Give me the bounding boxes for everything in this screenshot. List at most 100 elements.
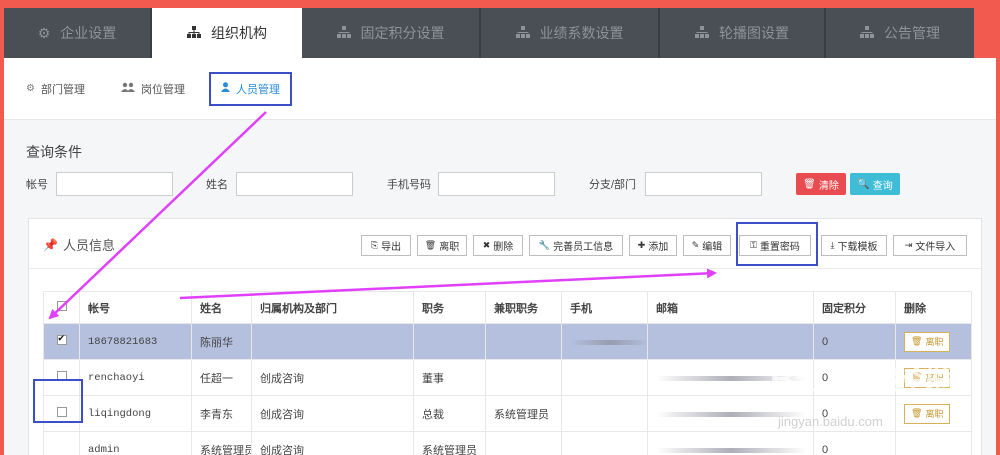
pin-icon: 📌 [43, 237, 58, 252]
tab-organization[interactable]: 组织机构 [152, 8, 302, 58]
account-input[interactable] [56, 172, 173, 196]
name-input[interactable] [236, 172, 353, 196]
org-chart-icon [515, 25, 530, 41]
phone-label: 手机号码 [387, 179, 431, 191]
subnav-personnel[interactable]: 人员管理 [208, 71, 292, 106]
tab-carousel[interactable]: 轮播图设置 [660, 8, 826, 58]
cell-position [413, 323, 486, 360]
cell-part-time: 系统管理员 [485, 395, 562, 432]
cell-position: 总裁 [413, 395, 486, 432]
cell-action [895, 431, 972, 455]
subnav-label: 部门管理 [40, 83, 85, 96]
table-row[interactable]: admin 系统管理员 创成咨询 系统管理员 0 [43, 431, 972, 455]
col-delete: 删除 [895, 291, 972, 324]
org-chart-icon [187, 25, 201, 41]
export-button[interactable]: ⎘ 导出 [361, 235, 411, 256]
org-chart-icon [860, 25, 874, 41]
phone-input[interactable] [438, 172, 555, 196]
resign-row-label: 离职 [925, 409, 944, 419]
select-all-checkbox[interactable] [56, 301, 67, 311]
edit-label: 编辑 [702, 242, 723, 253]
org-chart-icon [695, 25, 709, 41]
clear-button[interactable]: 🗑 清除 [796, 173, 846, 195]
download-template-button[interactable]: ⤓ 下载模板 [821, 235, 887, 256]
subnav-position[interactable]: 岗位管理 [120, 81, 185, 97]
branch-label: 分支/部门 [589, 179, 637, 191]
table-row[interactable]: 18678821683 陈丽华 0 🗑离职 [43, 323, 972, 360]
col-account: 帐号 [79, 291, 192, 324]
cell-account: renchaoyi [79, 359, 192, 396]
redacted-email [656, 411, 806, 417]
gear-icon: ⚙ [37, 24, 51, 41]
file-import-button[interactable]: ⇥ 文件导入 [893, 235, 967, 256]
resign-row-button[interactable]: 🗑 离职 [904, 367, 951, 388]
file-import-label: 文件导入 [915, 242, 956, 253]
cell-action: 🗑 离职 [895, 395, 972, 432]
table-row[interactable]: liqingdong 李青东 创成咨询 总裁 系统管理员 0 🗑 离职 [43, 395, 972, 432]
pencil-icon: ✎ [691, 240, 700, 250]
query-title: 查询条件 [26, 144, 82, 160]
trash-icon: 🗑 [803, 178, 816, 190]
resign-label: 离职 [439, 242, 460, 253]
name-label: 姓名 [206, 179, 228, 191]
tab-label: 组织机构 [211, 25, 267, 41]
col-phone: 手机 [561, 291, 648, 324]
import-icon: ⇥ [904, 240, 913, 250]
resign-row-label: 离职 [925, 373, 944, 383]
table-row[interactable]: renchaoyi 任超一 创成咨询 董事 0 🗑 离职 [43, 359, 972, 396]
tab-enterprise-settings[interactable]: ⚙ 企业设置 [4, 8, 152, 58]
delete-button[interactable]: ✖ 删除 [473, 235, 523, 256]
cell-phone [561, 431, 648, 455]
subnav-label: 人员管理 [235, 83, 280, 96]
tab-label: 企业设置 [60, 25, 117, 41]
panel-title-text: 人员信息 [62, 238, 115, 253]
tab-label: 公告管理 [884, 25, 940, 41]
resign-row-button[interactable]: 🗑 离职 [904, 403, 951, 424]
resign-row-button[interactable]: 🗑 离职 [904, 331, 951, 352]
cell-action: 🗑 离职 [895, 323, 972, 360]
personnel-panel: 📌 人员信息 ⎘ 导出 🗑 离职 ✖ 删除 🔧 完善员工信息 ✚ 添加 ✎ 编辑 ⚿ 重置密码… [28, 218, 982, 455]
add-button[interactable]: ✚ 添加 [629, 235, 677, 256]
clear-label: 清除 [818, 180, 839, 192]
tab-fixed-points[interactable]: 固定积分设置 [302, 8, 481, 58]
close-icon: ✖ [482, 240, 491, 250]
cell-name: 陈丽华 [191, 323, 252, 360]
panel-title: 📌 人员信息 [43, 235, 115, 254]
tab-label: 固定积分设置 [360, 25, 445, 41]
table-header: 帐号 姓名 归属机构及部门 职务 兼职职务 手机 邮箱 固定积分 删除 [43, 291, 972, 324]
cell-email [647, 395, 814, 432]
cell-part-time [485, 431, 562, 455]
cell-org: 创成咨询 [251, 359, 414, 396]
trash-icon: 🗑 [911, 408, 923, 418]
col-name: 姓名 [191, 291, 252, 324]
search-label: 查询 [872, 180, 893, 192]
account-label: 帐号 [26, 179, 48, 191]
tab-performance-coefficient[interactable]: 业绩系数设置 [481, 8, 660, 58]
tab-label: 业绩系数设置 [539, 25, 624, 41]
org-chart-icon [336, 25, 351, 41]
add-label: 添加 [648, 242, 669, 253]
branch-input[interactable] [645, 172, 762, 196]
complete-info-button[interactable]: 🔧 完善员工信息 [529, 235, 623, 256]
redacted-email [656, 375, 806, 381]
tab-announcements[interactable]: 公告管理 [826, 8, 974, 58]
cell-position: 系统管理员 [413, 431, 486, 455]
export-icon: ⎘ [370, 240, 379, 250]
col-org: 归属机构及部门 [251, 291, 414, 324]
cell-points: 0 [813, 431, 896, 455]
cell-name: 系统管理员 [191, 431, 252, 455]
resign-button[interactable]: 🗑 离职 [417, 235, 467, 256]
cell-email [647, 431, 814, 455]
redacted-phone [570, 339, 647, 345]
download-template-label: 下载模板 [837, 242, 878, 253]
cell-email [647, 359, 814, 396]
edit-button[interactable]: ✎ 编辑 [683, 235, 731, 256]
cell-name: 李青东 [191, 395, 252, 432]
search-button[interactable]: 🔍 查询 [850, 173, 900, 195]
cell-account: admin [79, 431, 192, 455]
subnav-department[interactable]: ⚙ 部门管理 [26, 81, 85, 97]
select-all-cell [43, 291, 80, 324]
search-icon: 🔍 [857, 178, 870, 190]
row-checkbox[interactable] [56, 333, 67, 345]
cell-account: 18678821683 [79, 323, 192, 360]
